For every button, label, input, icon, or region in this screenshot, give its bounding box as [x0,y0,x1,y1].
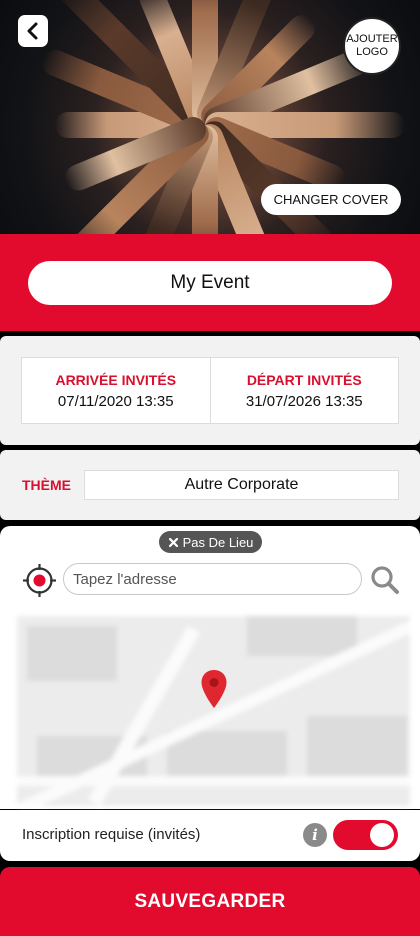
dates-box: ARRIVÉE INVITÉS 07/11/2020 13:35 DÉPART … [21,357,399,424]
arrival-label: ARRIVÉE INVITÉS [55,371,177,388]
no-place-label: Pas De Lieu [182,534,254,550]
save-button[interactable]: SAUVEGARDER [0,867,420,936]
add-logo-button[interactable]: AJOUTER LOGO [343,17,401,75]
theme-label: THÈME [22,477,71,493]
dates-card: ARRIVÉE INVITÉS 07/11/2020 13:35 DÉPART … [0,336,420,445]
back-chevron-icon [27,22,38,40]
map-view[interactable] [17,616,410,806]
location-card: Pas De Lieu [0,526,420,809]
close-icon [168,537,178,547]
map-pin-icon [201,670,227,708]
target-icon[interactable] [22,563,57,598]
toggle-knob [370,823,394,847]
departure-value: 31/07/2026 13:35 [245,392,363,410]
no-place-chip[interactable]: Pas De Lieu [159,531,262,553]
arrival-value: 07/11/2020 13:35 [57,392,174,410]
event-name-field[interactable]: My Event [28,261,392,305]
address-input[interactable] [63,563,362,595]
departure-label: DÉPART INVITÉS [246,371,362,388]
cover-image: AJOUTER LOGO CHANGER COVER [0,0,420,234]
arrival-date-field[interactable]: ARRIVÉE INVITÉS 07/11/2020 13:35 [22,358,210,423]
signup-card: Inscription requise (invités) i [0,810,420,861]
signup-toggle[interactable] [333,820,398,850]
signup-label: Inscription requise (invités) [22,826,201,843]
back-button[interactable] [18,15,48,47]
theme-select[interactable]: Autre Corporate [84,470,399,500]
search-icon[interactable] [370,565,400,595]
change-cover-button[interactable]: CHANGER COVER [261,184,401,215]
info-icon[interactable]: i [303,823,327,847]
event-name-section: My Event [0,234,420,331]
departure-date-field[interactable]: DÉPART INVITÉS 31/07/2026 13:35 [209,358,399,423]
theme-card: THÈME Autre Corporate [0,450,420,520]
